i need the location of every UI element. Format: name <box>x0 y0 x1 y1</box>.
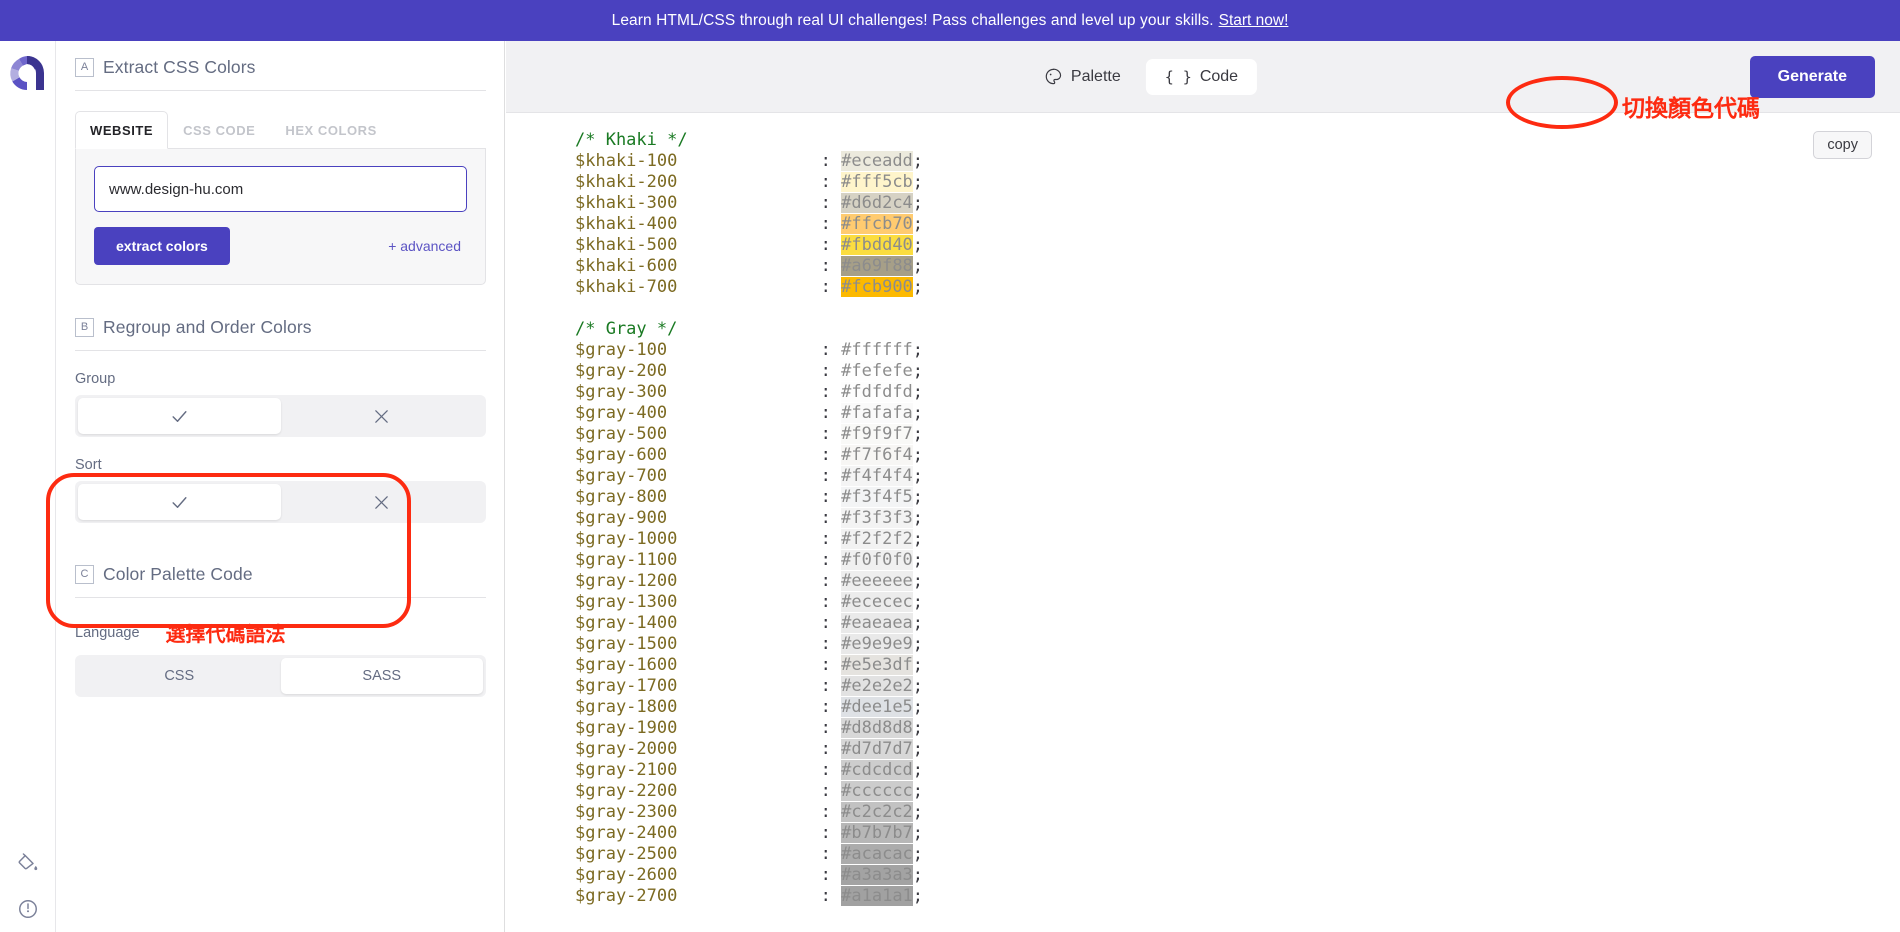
check-icon <box>172 410 187 422</box>
tab-palette[interactable]: Palette <box>1025 58 1140 95</box>
main-panel: Palette { } Code 切換顏色代碼 Generate copy /*… <box>506 41 1900 932</box>
section-b-badge: B <box>75 318 94 337</box>
extract-source-tabs: WEBSITE CSS CODE HEX COLORS <box>75 111 486 149</box>
tab-palette-label: Palette <box>1070 67 1121 85</box>
section-extract-css-colors: A Extract CSS Colors WEBSITE CSS CODE HE… <box>75 41 486 285</box>
website-url-input[interactable] <box>94 166 467 212</box>
section-a-divider <box>75 90 486 91</box>
code-listing[interactable]: /* Khaki */$khaki-100 : #eceadd; $khaki-2… <box>575 130 923 907</box>
section-a-header: A Extract CSS Colors <box>75 41 486 78</box>
rail-bottom-icons <box>0 840 56 932</box>
language-label: Language <box>75 624 140 641</box>
annotation-language-cn: 選擇代碼語法 <box>165 622 286 646</box>
braces-icon: { } <box>1164 67 1192 86</box>
group-disable-option[interactable] <box>281 398 484 434</box>
sidebar: A Extract CSS Colors WEBSITE CSS CODE HE… <box>57 41 505 932</box>
language-option-sass[interactable]: SASS <box>280 658 483 694</box>
annotation-code-cn: 切換顏色代碼 <box>1622 96 1760 122</box>
promo-banner: Learn HTML/CSS through real UI challenge… <box>0 0 1900 41</box>
code-output-area: copy /* Khaki */$khaki-100 : #eceadd; $kh… <box>506 113 1900 932</box>
tab-code[interactable]: { } Code <box>1145 58 1258 95</box>
tab-code-label: Code <box>1199 67 1239 85</box>
section-b-header: B Regroup and Order Colors <box>75 301 486 338</box>
sort-toggle <box>75 481 486 523</box>
language-toggle: CSS SASS <box>75 655 486 697</box>
sort-disable-option[interactable] <box>281 484 484 520</box>
section-color-palette-code: C Color Palette Code Language 選擇代碼語法 CSS… <box>75 548 486 697</box>
extract-actions-row: extract colors + advanced <box>94 227 467 265</box>
sort-label: Sort <box>75 457 102 473</box>
palette-icon <box>1045 68 1062 85</box>
group-enable-option[interactable] <box>78 398 281 434</box>
main-toolbar: Palette { } Code 切換顏色代碼 Generate <box>506 41 1900 129</box>
section-c-divider <box>75 597 486 598</box>
group-toggle <box>75 395 486 437</box>
sort-enable-option[interactable] <box>78 484 281 520</box>
tab-website[interactable]: WEBSITE <box>75 111 169 149</box>
promo-banner-link[interactable]: Start now! <box>1219 12 1289 30</box>
tab-hex-colors[interactable]: HEX COLORS <box>270 111 391 148</box>
section-c-header: C Color Palette Code <box>75 548 486 585</box>
section-regroup-order-colors: B Regroup and Order Colors Group Sort <box>75 301 486 523</box>
view-mode-switch: Palette { } Code <box>1025 58 1258 95</box>
contrast-circle-icon[interactable] <box>0 886 56 932</box>
advanced-options-link[interactable]: + advanced <box>388 238 461 254</box>
check-icon <box>172 496 187 508</box>
paint-bucket-icon[interactable] <box>0 840 56 886</box>
extract-colors-button[interactable]: extract colors <box>94 227 230 265</box>
section-a-badge: A <box>75 58 94 77</box>
tab-css-code[interactable]: CSS CODE <box>168 111 270 148</box>
cross-icon <box>375 495 389 509</box>
app-logo[interactable] <box>8 54 46 92</box>
cross-icon <box>375 409 389 423</box>
extract-panel-body: extract colors + advanced <box>75 149 486 285</box>
section-c-badge: C <box>75 565 94 584</box>
group-label: Group <box>75 371 116 387</box>
section-b-title: Regroup and Order Colors <box>103 317 312 337</box>
generate-button[interactable]: Generate <box>1749 55 1875 98</box>
section-c-title: Color Palette Code <box>103 564 253 584</box>
section-b-divider <box>75 350 486 351</box>
icon-rail <box>0 41 56 932</box>
copy-button[interactable]: copy <box>1813 131 1872 159</box>
promo-banner-text: Learn HTML/CSS through real UI challenge… <box>611 11 1214 29</box>
language-option-css[interactable]: CSS <box>78 658 281 694</box>
section-a-title: Extract CSS Colors <box>103 57 256 77</box>
